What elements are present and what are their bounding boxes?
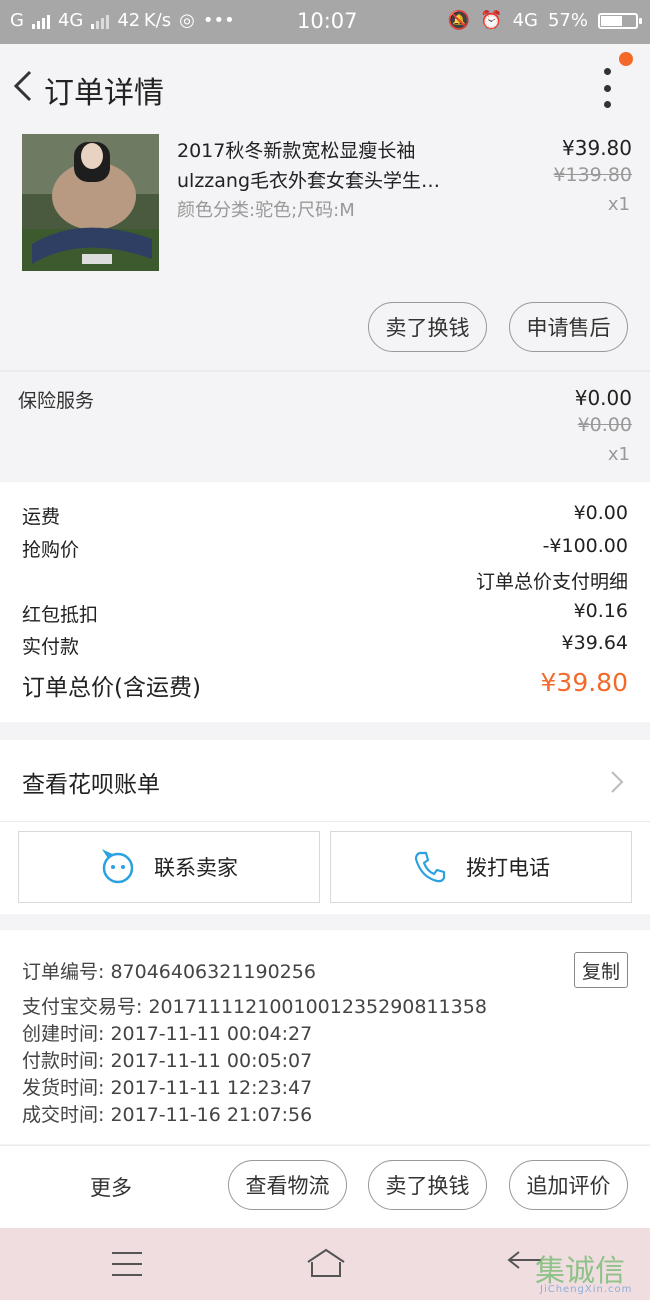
huabei-bill-row[interactable]: 查看花呗账单: [0, 740, 650, 822]
product-thumbnail[interactable]: [22, 134, 159, 271]
after-sale-button[interactable]: 申请售后: [509, 302, 628, 352]
call-phone-button[interactable]: 拨打电话: [330, 831, 632, 903]
redpacket-label: 红包抵扣: [22, 604, 99, 626]
insurance-original-price: ¥0.00: [577, 414, 632, 436]
huabei-label: 查看花呗账单: [22, 772, 160, 798]
chevron-right-icon: [611, 771, 624, 793]
order-info: 订单编号: 870464063211902​56 复制 支付宝交易号: 2017…: [0, 930, 650, 1144]
created-time: 创建时间: 2017-11-11 00:04:27: [22, 1023, 313, 1045]
insurance-section: 保险服务 ¥0.00 ¥0.00 x1: [0, 372, 650, 476]
contact-seller-label: 联系卖家: [154, 856, 238, 880]
alarm-icon: ⏰: [480, 10, 503, 31]
redpacket-row: 红包抵扣 ¥0.16: [22, 600, 628, 630]
mute-bell-icon: 🔕: [447, 10, 471, 31]
paid-time: 付款时间: 2017-11-11 00:05:07: [22, 1050, 313, 1072]
wifi-icon: ◎: [179, 10, 195, 31]
flash-price-value: -¥100.00: [542, 535, 628, 557]
price-summary: 运费 ¥0.00 抢购价 -¥100.00 订单总价支付明细 红包抵扣 ¥0.1…: [0, 482, 650, 722]
more-status-icon: •••: [202, 10, 235, 31]
clock: 10:07: [297, 9, 358, 33]
flash-price-label: 抢购价: [22, 539, 80, 561]
status-bar: G 4G 42 K/s ◎ ••• 10:07 🔕 ⏰ 4G 57%: [0, 0, 650, 44]
more-link[interactable]: 更多: [90, 1172, 132, 1202]
chat-bubble-icon: [101, 849, 134, 884]
sell-for-cash-button-bottom[interactable]: 卖了换钱: [368, 1160, 487, 1210]
insurance-price: ¥0.00: [574, 386, 632, 410]
phone-icon: [414, 851, 446, 883]
sell-for-cash-button[interactable]: 卖了换钱: [368, 302, 487, 352]
home-icon[interactable]: [304, 1246, 348, 1280]
flash-price-row: 抢购价 -¥100.00: [22, 535, 628, 565]
product-quantity: x1: [607, 194, 630, 215]
total-label: 订单总价(含运费): [22, 675, 201, 701]
redpacket-value: ¥0.16: [573, 600, 628, 622]
call-phone-label: 拨打电话: [466, 856, 550, 880]
status-left: G 4G 42 K/s ◎ •••: [10, 10, 235, 31]
insurance-label: 保险服务: [18, 390, 95, 412]
copy-button[interactable]: 复制: [574, 952, 628, 988]
contact-section: 联系卖家 拨打电话: [0, 822, 650, 914]
total-row: 订单总价(含运费) ¥39.80: [22, 668, 628, 701]
paid-row: 实付款 ¥39.64: [22, 632, 628, 662]
network-right-label: 4G: [512, 10, 538, 31]
carrier-label: G: [10, 10, 24, 31]
status-right: 🔕 ⏰ 4G 57%: [447, 10, 642, 31]
bottom-actions: 更多 查看物流 卖了换钱 追加评价: [0, 1146, 650, 1228]
notification-dot: [619, 52, 633, 66]
add-review-button[interactable]: 追加评价: [509, 1160, 628, 1210]
product-price: ¥39.80: [562, 136, 632, 160]
product-card[interactable]: 2017秋冬新款宽松显瘦长袖 ulzzang毛衣外套女套头学生… 颜色分类:驼色…: [0, 130, 650, 370]
product-original-price: ¥139.80: [553, 164, 632, 186]
contact-seller-button[interactable]: 联系卖家: [18, 831, 320, 903]
paid-value: ¥39.64: [561, 632, 628, 654]
view-logistics-button[interactable]: 查看物流: [228, 1160, 347, 1210]
product-sku: 颜色分类:驼色;尺码:M: [177, 200, 355, 221]
signal-icon: [31, 13, 50, 29]
product-title-line1: 2017秋冬新款宽松显瘦长袖: [177, 140, 416, 162]
shipped-time: 发货时间: 2017-11-11 12:23:47: [22, 1077, 313, 1099]
shipping-label: 运费: [22, 506, 61, 528]
network-label: 4G: [57, 10, 84, 31]
watermark-site: JiChengXin.com: [540, 1284, 633, 1295]
total-value: ¥39.80: [540, 668, 628, 697]
battery-percent: 57%: [547, 10, 588, 31]
completed-time: 成交时间: 2017-11-16 21:07:56: [22, 1104, 313, 1126]
page-title: 订单详情: [44, 76, 164, 111]
system-nav-bar: 集诚信 JiChengXin.com: [0, 1228, 650, 1300]
more-menu-icon[interactable]: [592, 68, 622, 108]
battery-icon: [598, 12, 642, 29]
back-arrow-icon[interactable]: [8, 66, 38, 106]
signal-icon-2: [91, 13, 110, 29]
payment-detail-title: 订单总价支付明细: [475, 571, 628, 593]
order-number: 订单编号: 870464063211902​56: [22, 961, 316, 983]
alipay-trade-number: 支付宝交易号: 20171111210010012352908113​58: [22, 996, 487, 1018]
product-title-line2: ulzzang毛衣外套女套头学生…: [177, 170, 441, 192]
page-header: 订单详情: [0, 44, 650, 130]
product-title[interactable]: 2017秋冬新款宽松显瘦长袖 ulzzang毛衣外套女套头学生…: [177, 136, 487, 196]
shipping-row: 运费 ¥0.00: [22, 502, 628, 532]
menu-icon[interactable]: [112, 1252, 142, 1276]
paid-label: 实付款: [22, 636, 80, 658]
payment-detail-row: 订单总价支付明细: [22, 567, 628, 597]
speed-label: 42 K/s: [117, 10, 172, 31]
shipping-value: ¥0.00: [573, 502, 628, 524]
insurance-quantity: x1: [607, 444, 630, 465]
